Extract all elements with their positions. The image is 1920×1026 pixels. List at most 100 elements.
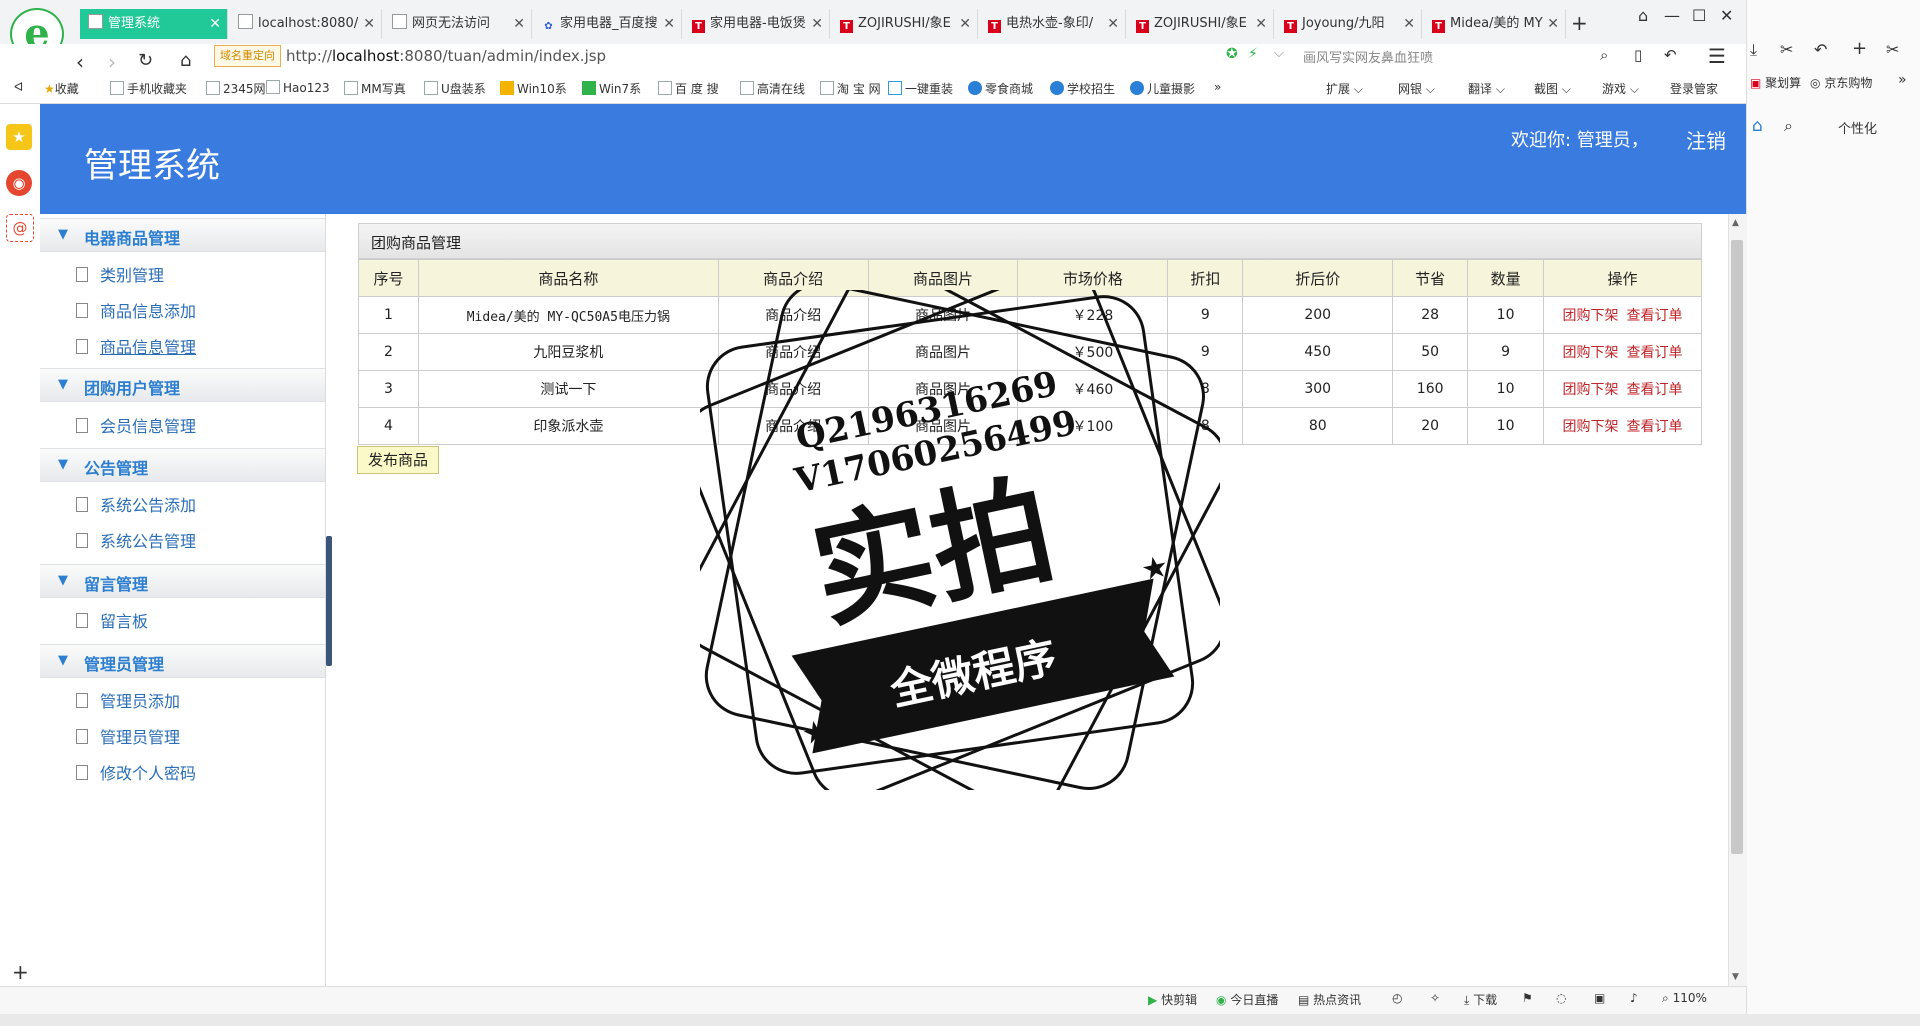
tab-unreachable[interactable]: 网页无法访问 ✕ bbox=[384, 9, 532, 39]
forward-icon[interactable]: › bbox=[108, 50, 116, 74]
close-icon[interactable]: ✕ bbox=[959, 9, 971, 39]
tab-tmall-6[interactable]: T Midea/美的 MY ✕ bbox=[1424, 9, 1566, 39]
tab-baidu[interactable]: ✿ 家用电器_百度搜 ✕ bbox=[534, 9, 682, 39]
tab-tmall-4[interactable]: T ZOJIRUSHI/象E ✕ bbox=[1128, 9, 1274, 39]
bookmark-item[interactable]: Win7系 bbox=[582, 80, 641, 97]
volume-icon[interactable]: ♪ bbox=[1630, 991, 1638, 1005]
home-icon[interactable]: ⌂ bbox=[180, 50, 191, 71]
sidebar-splitter[interactable] bbox=[326, 536, 332, 666]
bookmark-item[interactable]: 手机收藏夹 bbox=[110, 80, 187, 97]
email-icon[interactable]: @ bbox=[6, 214, 34, 242]
close-icon[interactable]: ✕ bbox=[209, 9, 221, 39]
sidebar-item-message-board[interactable]: 留言板 bbox=[76, 608, 148, 632]
favorites-star-icon[interactable]: ★ bbox=[6, 124, 32, 150]
back-icon[interactable]: ‹ bbox=[76, 50, 84, 74]
bookmark-item[interactable]: 淘 宝 网 bbox=[820, 80, 881, 97]
cut-icon[interactable]: ✂ bbox=[1780, 40, 1793, 59]
right-panel-item[interactable]: ▣ 聚划算 bbox=[1750, 74, 1801, 91]
minimize-icon[interactable]: — bbox=[1664, 6, 1680, 25]
toolbar-login-manager[interactable]: 登录管家 bbox=[1670, 80, 1718, 97]
close-icon[interactable]: ✕ bbox=[811, 9, 823, 39]
search-icon[interactable]: ⌕ bbox=[1600, 46, 1608, 64]
sidebar-item-product-manage[interactable]: 商品信息管理 bbox=[76, 334, 196, 358]
tab-tmall-1[interactable]: T 家用电器-电饭煲 ✕ bbox=[684, 9, 830, 39]
close-icon[interactable]: ✕ bbox=[663, 9, 675, 39]
new-tab-icon[interactable]: + bbox=[1571, 11, 1588, 35]
url-input[interactable]: http://localhost:8080/tuan/admin/index.j… bbox=[286, 45, 606, 67]
offline-link[interactable]: 团购下架 bbox=[1563, 308, 1619, 324]
close-icon[interactable]: ✕ bbox=[513, 9, 525, 39]
toolbar-screenshot[interactable]: 截图 ⌵ bbox=[1534, 80, 1571, 97]
home-icon[interactable]: ⌂ bbox=[1752, 116, 1763, 136]
offline-link[interactable]: 团购下架 bbox=[1563, 345, 1619, 361]
close-window-icon[interactable]: ✕ bbox=[1720, 6, 1733, 25]
view-orders-link[interactable]: 查看订单 bbox=[1627, 308, 1683, 324]
publish-product-button[interactable]: 发布商品 bbox=[357, 446, 440, 474]
offline-link[interactable]: 团购下架 bbox=[1563, 419, 1619, 435]
status-news[interactable]: ▤ 热点资讯 bbox=[1298, 991, 1361, 1008]
toolbar-translate[interactable]: 翻译 ⌵ bbox=[1468, 80, 1505, 97]
search-icon[interactable]: ⌕ bbox=[1784, 116, 1793, 136]
scrollbar-thumb[interactable] bbox=[1731, 240, 1743, 854]
bookmark-item[interactable]: 儿童摄影 bbox=[1130, 80, 1195, 97]
clean-icon[interactable]: ◌ bbox=[1556, 991, 1566, 1005]
scroll-up-icon[interactable]: ▲ bbox=[1732, 218, 1739, 228]
pin-icon[interactable]: ✧ bbox=[1430, 991, 1440, 1005]
close-icon[interactable]: ✕ bbox=[1107, 9, 1119, 39]
logout-link[interactable]: 注销 bbox=[1686, 125, 1726, 154]
chevron-down-icon[interactable]: ⌵ bbox=[1274, 46, 1284, 61]
undo-icon[interactable]: ↶ bbox=[1664, 46, 1677, 64]
close-icon[interactable]: ✕ bbox=[1255, 9, 1267, 39]
sidebar-section-appliances[interactable]: ▼ 电器商品管理 bbox=[40, 218, 325, 252]
sidebar-toggle-icon[interactable]: ᐊ bbox=[14, 80, 23, 94]
tab-admin[interactable]: 管理系统 ✕ bbox=[80, 9, 228, 39]
sidebar-section-users[interactable]: ▼ 团购用户管理 bbox=[40, 368, 325, 402]
sidebar-item-notice-manage[interactable]: 系统公告管理 bbox=[76, 528, 196, 552]
window-icon[interactable]: ▣ bbox=[1594, 991, 1605, 1005]
sidebar-item-notice-add[interactable]: 系统公告添加 bbox=[76, 492, 196, 516]
bookmark-item[interactable]: U盘装系 bbox=[424, 80, 486, 97]
sidebar-item-product-add[interactable]: 商品信息添加 bbox=[76, 298, 196, 322]
bookmark-item[interactable]: 零食商城 bbox=[968, 80, 1033, 97]
bookmark-item[interactable]: Hao123 bbox=[266, 80, 330, 95]
tab-tmall-3[interactable]: T 电热水壶-象印/✕ bbox=[980, 9, 1126, 39]
view-orders-link[interactable]: 查看订单 bbox=[1627, 345, 1683, 361]
right-panel-item[interactable]: ◎ 京东购物 bbox=[1810, 74, 1872, 91]
toolbar-ebank[interactable]: 网银 ⌵ bbox=[1398, 80, 1435, 97]
bookmark-item[interactable]: 学校招生 bbox=[1050, 80, 1115, 97]
status-quick-edit[interactable]: ▶ 快剪辑 bbox=[1148, 991, 1197, 1008]
sidebar-item-change-password[interactable]: 修改个人密码 bbox=[76, 760, 196, 784]
offline-link[interactable]: 团购下架 bbox=[1563, 382, 1619, 398]
tab-localhost[interactable]: localhost:8080/✕ bbox=[230, 9, 382, 39]
view-orders-link[interactable]: 查看订单 bbox=[1627, 419, 1683, 435]
status-live[interactable]: ◉ 今日直播 bbox=[1216, 991, 1278, 1008]
tab-tmall-5[interactable]: T Joyoung/九阳 ✕ bbox=[1276, 9, 1422, 39]
more-bookmarks-icon[interactable]: » bbox=[1214, 80, 1221, 94]
bookmark-item[interactable]: 一键重装 bbox=[888, 80, 953, 97]
more-icon[interactable]: » bbox=[1898, 72, 1907, 88]
bookmark-item[interactable]: ★收藏 bbox=[44, 80, 79, 97]
add-icon[interactable]: + bbox=[1852, 38, 1867, 59]
weibo-icon[interactable]: ◉ bbox=[6, 170, 32, 196]
sidebar-section-admins[interactable]: ▼ 管理员管理 bbox=[40, 644, 325, 678]
bookmark-item[interactable]: MM写真 bbox=[344, 80, 406, 97]
cut-icon[interactable]: ✂ bbox=[1886, 40, 1899, 59]
skin-icon[interactable]: ⌂ bbox=[1638, 6, 1648, 25]
sidebar-item-admin-add[interactable]: 管理员添加 bbox=[76, 688, 180, 712]
menu-icon[interactable]: ☰ bbox=[1708, 44, 1726, 68]
bookmark-item[interactable]: 2345网 bbox=[206, 80, 266, 97]
bookmark-item[interactable]: 百 度 搜 bbox=[658, 80, 719, 97]
bookmark-item[interactable]: 高清在线 bbox=[740, 80, 805, 97]
bookmark-icon[interactable]: ▯ bbox=[1634, 46, 1642, 64]
personalize-link[interactable]: 个性化 bbox=[1838, 118, 1877, 137]
close-icon[interactable]: ✕ bbox=[1547, 9, 1559, 39]
sidebar-item-category[interactable]: 类别管理 bbox=[76, 262, 164, 286]
search-input[interactable]: 画风写实网友鼻血狂喷 bbox=[1303, 47, 1433, 66]
status-download[interactable]: ⤓ 下载 bbox=[1464, 991, 1497, 1008]
refresh-icon[interactable]: ↻ bbox=[138, 50, 153, 71]
flag-icon[interactable]: ⚑ bbox=[1522, 991, 1533, 1005]
download-icon[interactable]: ⤓ bbox=[1750, 40, 1757, 60]
view-orders-link[interactable]: 查看订单 bbox=[1627, 382, 1683, 398]
sidebar-item-members[interactable]: 会员信息管理 bbox=[76, 413, 196, 437]
undo-icon[interactable]: ↶ bbox=[1814, 40, 1827, 59]
